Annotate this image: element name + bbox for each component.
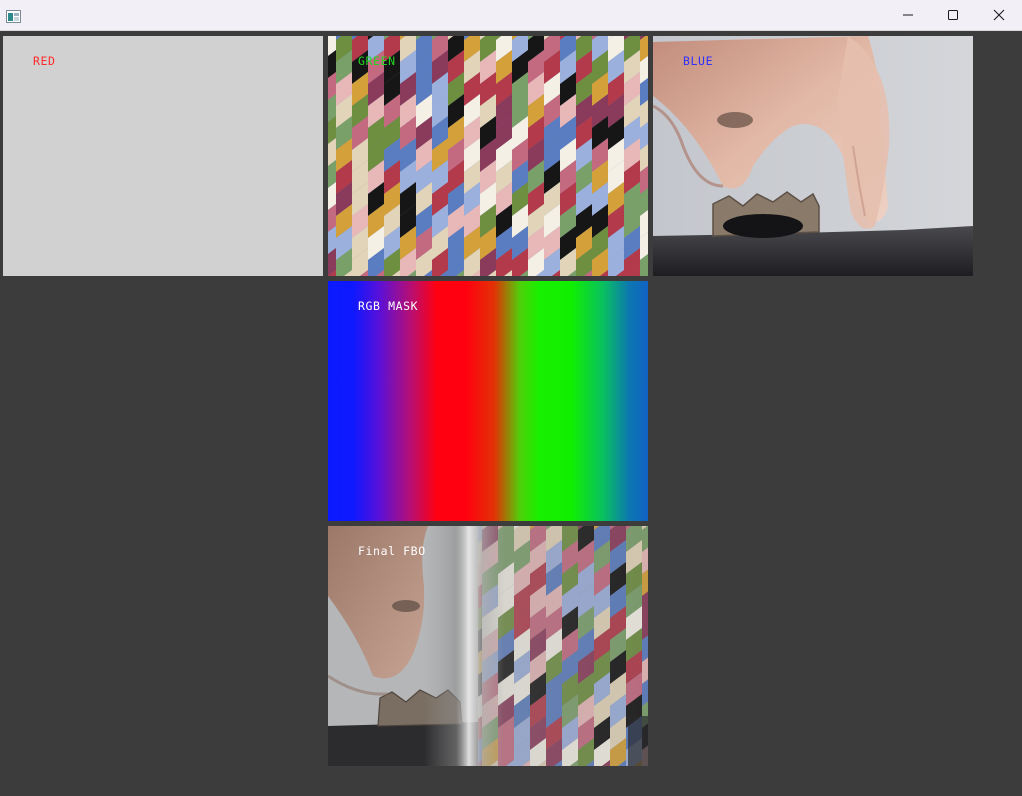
stripe-pattern-image: [328, 36, 648, 276]
red-channel-label: RED: [33, 54, 56, 68]
app-window: RED GREEN BLUE RGB MASK Final FBO: [0, 0, 1022, 796]
green-channel-panel: GREEN: [328, 36, 648, 276]
blue-channel-panel: BLUE: [653, 36, 973, 276]
title-bar[interactable]: [0, 0, 1022, 31]
maximize-button[interactable]: [930, 0, 976, 30]
green-channel-label: GREEN: [358, 54, 396, 68]
final-fbo-panel: Final FBO: [328, 526, 648, 766]
rgb-mask-panel: RGB MASK: [328, 281, 648, 521]
minimize-icon: [903, 14, 913, 16]
final-composite-image: [328, 526, 648, 766]
close-icon: [993, 9, 1005, 21]
close-button[interactable]: [976, 0, 1022, 30]
maximize-icon: [948, 10, 958, 20]
blue-channel-label: BLUE: [683, 54, 714, 68]
app-window-icon: [6, 8, 21, 23]
final-fbo-label: Final FBO: [358, 544, 426, 558]
camera-hand-image: [653, 36, 973, 276]
red-channel-panel: RED: [3, 36, 323, 276]
minimize-button[interactable]: [885, 0, 931, 30]
rgb-mask-label: RGB MASK: [358, 299, 419, 313]
